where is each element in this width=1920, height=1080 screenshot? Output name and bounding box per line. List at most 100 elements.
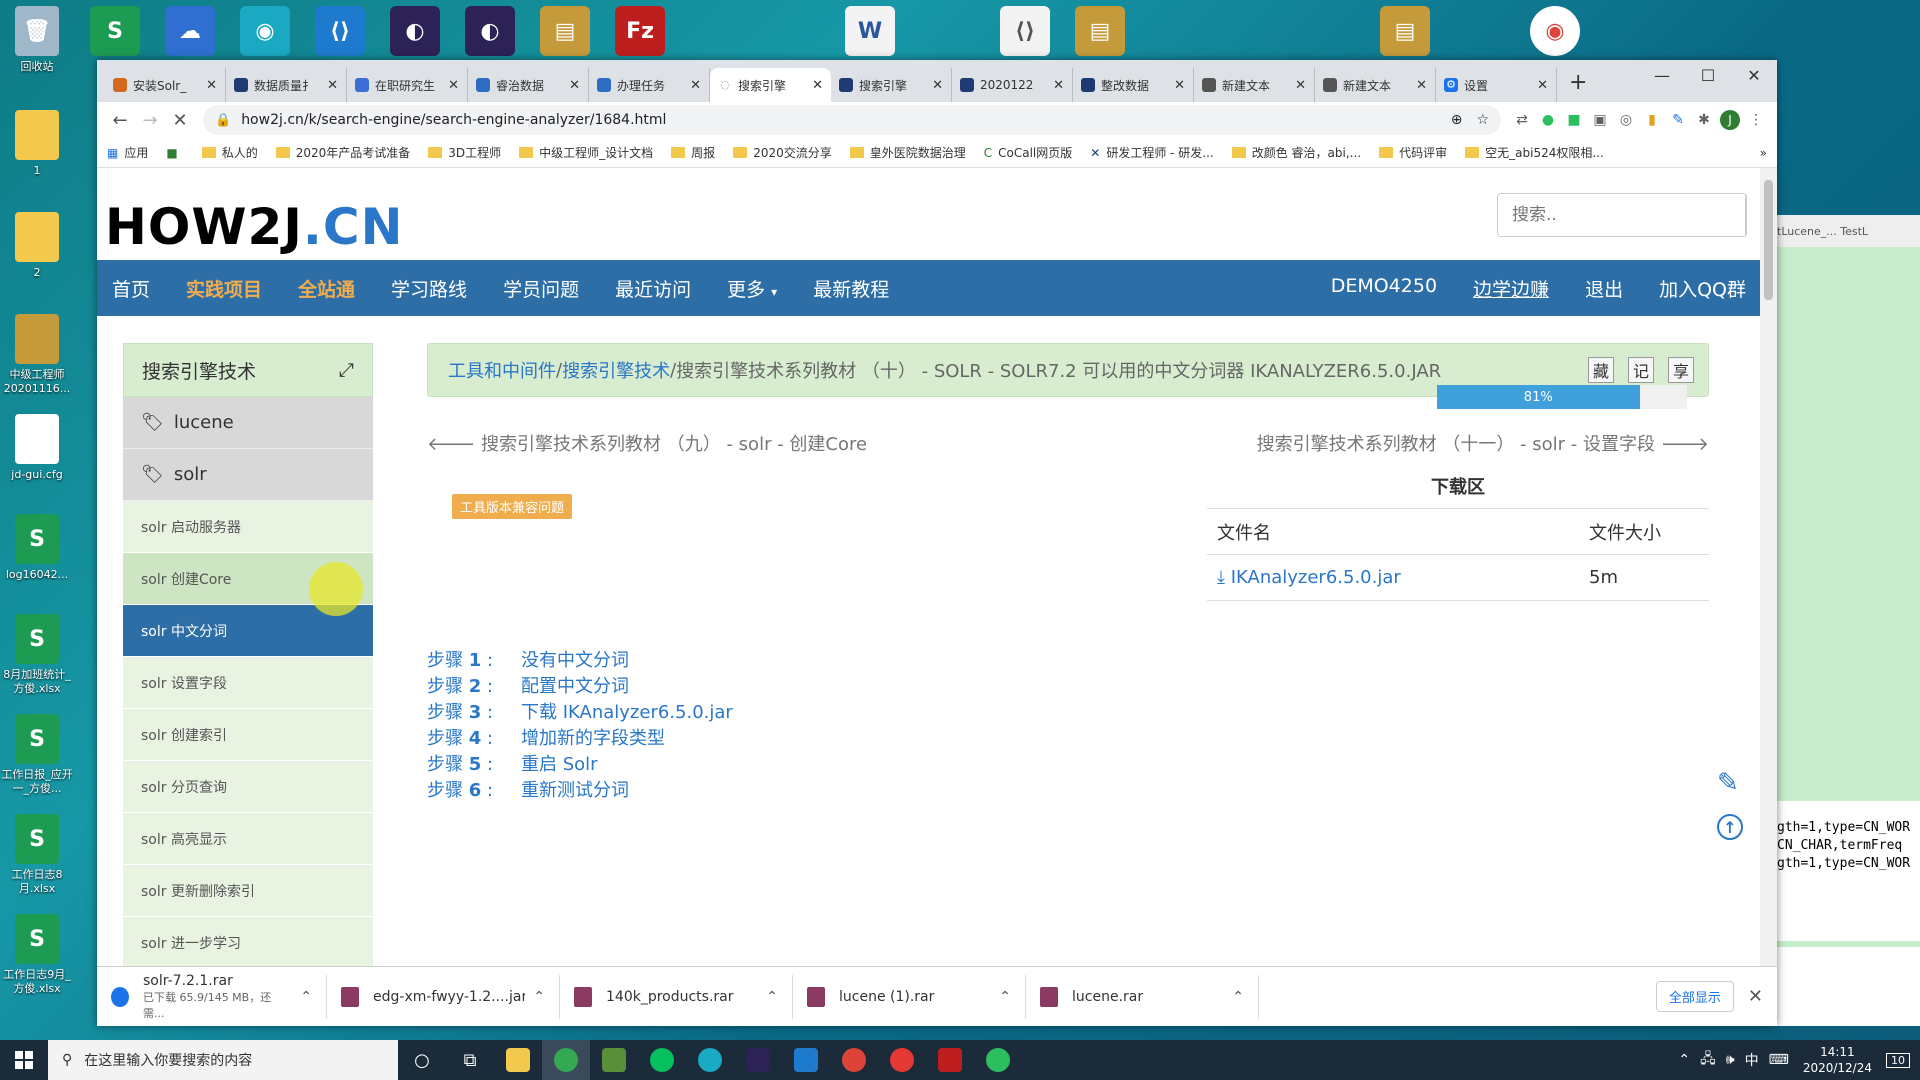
app-icon[interactable] — [686, 1040, 734, 1080]
sidebar-item[interactable]: solr 分页查询 — [123, 761, 373, 813]
vscode-icon[interactable]: ⟨⟩ — [315, 6, 365, 56]
scrollbar-thumb[interactable] — [1764, 180, 1773, 300]
ide-tabs[interactable]: tLucene_... TestL — [1777, 215, 1920, 247]
step-link[interactable]: 步骤 3 : 下载 IKAnalyzer6.5.0.jar — [427, 700, 733, 726]
pencil-icon[interactable]: ✎ — [1717, 768, 1739, 798]
bookmark-folder[interactable]: 私人的 — [201, 144, 258, 161]
extension-icon[interactable]: ◎ — [1613, 112, 1639, 128]
bookmark-apps[interactable]: ▦ 应用 — [107, 144, 148, 161]
bookmark-folder[interactable]: 3D工程师 — [428, 144, 501, 161]
close-icon[interactable]: ✕ — [1416, 78, 1427, 93]
chevron-up-icon[interactable]: ⌃ — [766, 989, 778, 1005]
taskbar-search[interactable]: ⚲ 在这里输入你要搜索的内容 — [48, 1040, 398, 1080]
file-explorer-icon[interactable] — [494, 1040, 542, 1080]
sidebar-item[interactable]: solr 创建索引 — [123, 709, 373, 761]
nav-recent[interactable]: 最近访问 — [615, 275, 691, 302]
next-lesson-link[interactable]: 搜索引擎技术系列教材 （十一） - solr - 设置字段 🡒 — [1257, 430, 1709, 456]
eclipse-icon[interactable]: ◐ — [390, 6, 440, 56]
close-icon[interactable]: ✕ — [206, 78, 217, 93]
nav-allaccess[interactable]: 全站通 — [298, 275, 355, 302]
search-icon[interactable]: ⚲ — [1745, 194, 1746, 236]
bookmark-folder[interactable]: 2020交流分享 — [733, 144, 832, 161]
sidebar-item[interactable]: solr 设置字段 — [123, 657, 373, 709]
step-link[interactable]: 步骤 6 : 重新测试分词 — [427, 778, 733, 804]
step-link[interactable]: 步骤 4 : 增加新的字段类型 — [427, 726, 733, 752]
wps-sheet-icon[interactable]: Slog16042... — [0, 514, 74, 582]
nav-projects[interactable]: 实践项目 — [186, 275, 262, 302]
chevron-up-icon[interactable]: ⌃ — [533, 989, 545, 1005]
download-item[interactable]: lucene.rar ⌃ — [1026, 974, 1259, 1019]
browser-tab-active[interactable]: ◌ 搜索引擎 ✕ — [710, 68, 831, 102]
browser-tab[interactable]: 新建文本 ✕ — [1315, 68, 1436, 102]
close-icon[interactable]: ✕ — [812, 78, 823, 93]
scroll-top-icon[interactable]: ↑ — [1717, 814, 1743, 840]
app-icon[interactable] — [878, 1040, 926, 1080]
notification-icon[interactable]: 10 — [1886, 1052, 1910, 1068]
download-item[interactable]: 140k_products.rar ⌃ — [560, 974, 793, 1019]
cortana-icon[interactable]: ○ — [398, 1040, 446, 1080]
close-icon[interactable]: ✕ — [1748, 986, 1763, 1007]
browser-tab[interactable]: 搜索引擎 ✕ — [831, 68, 952, 102]
archive-icon[interactable]: ▤ — [1075, 6, 1125, 56]
ime-indicator[interactable]: 中 — [1745, 1050, 1759, 1070]
profile-avatar[interactable]: J — [1717, 110, 1743, 130]
extension-icon[interactable]: ▣ — [1587, 112, 1613, 128]
sidebar-item[interactable]: solr 进一步学习 — [123, 917, 373, 966]
wps-sheet-icon[interactable]: S 工作日报_应开一_方俊... — [0, 714, 74, 796]
wps-sheet-icon[interactable]: S — [90, 6, 140, 56]
sidebar-item[interactable]: solr 更新删除索引 — [123, 865, 373, 917]
wps-sheet-icon[interactable]: S 工作日志9月_方俊.xlsx — [0, 914, 74, 996]
app-icon[interactable]: ◉ — [240, 6, 290, 56]
chrome-icon[interactable] — [542, 1040, 590, 1080]
minimize-button[interactable]: — — [1639, 60, 1685, 90]
download-item[interactable]: solr-7.2.1.rar 已下载 65.9/145 MB，还需... ⌃ — [97, 973, 327, 1020]
browser-tab[interactable]: 2020122 ✕ — [952, 68, 1073, 102]
close-icon[interactable]: ✕ — [1295, 78, 1306, 93]
forward-button[interactable]: → — [135, 110, 165, 131]
close-icon[interactable]: ✕ — [569, 78, 580, 93]
app-icon[interactable] — [590, 1040, 638, 1080]
keyboard-icon[interactable]: ⌨ — [1769, 1052, 1789, 1068]
nav-logout[interactable]: 退出 — [1585, 275, 1623, 302]
new-tab-button[interactable]: + — [1557, 68, 1599, 102]
extension-icon[interactable]: ■ — [1561, 112, 1587, 128]
vscode-icon[interactable] — [782, 1040, 830, 1080]
clock[interactable]: 14:11 2020/12/24 — [1803, 1044, 1872, 1076]
browser-tab[interactable]: 安装Solr_ ✕ — [105, 68, 226, 102]
close-window-button[interactable]: ✕ — [1731, 60, 1777, 90]
sidebar-category-solr[interactable]: 🏷 solr — [123, 449, 373, 501]
evernote-icon[interactable]: ● — [1535, 112, 1561, 128]
download-link[interactable]: ⤓ IKAnalyzer6.5.0.jar — [1217, 567, 1401, 588]
page-scrollbar[interactable] — [1760, 168, 1777, 966]
extension-icon[interactable]: ✎ — [1665, 112, 1691, 128]
nav-latest[interactable]: 最新教程 — [813, 275, 889, 302]
archive-icon[interactable]: ▤ — [1380, 6, 1430, 56]
chrome-icon[interactable]: ◉ — [1530, 6, 1580, 56]
stop-button[interactable]: ✕ — [165, 110, 195, 131]
windows-start-icon[interactable] — [0, 1040, 48, 1080]
download-item[interactable]: lucene (1).rar ⌃ — [793, 974, 1026, 1019]
close-icon[interactable]: ✕ — [1053, 78, 1064, 93]
extension-icon[interactable]: ▮ — [1639, 112, 1665, 128]
bookmark-item[interactable]: ■ — [166, 146, 183, 160]
back-button[interactable]: ← — [105, 110, 135, 131]
breadcrumb-link[interactable]: 搜索引擎技术 — [562, 357, 670, 383]
menu-icon[interactable]: ⋮ — [1743, 112, 1769, 128]
eclipse-icon[interactable]: ◐ — [465, 6, 515, 56]
folder-icon[interactable]: 2 — [0, 212, 74, 280]
translate-icon[interactable]: ⇄ — [1509, 112, 1535, 128]
browser-tab[interactable]: 睿治数据 ✕ — [468, 68, 589, 102]
chevron-up-icon[interactable]: ⌃ — [1232, 989, 1244, 1005]
chevron-up-icon[interactable]: ⌃ — [1678, 1052, 1690, 1068]
bookmark-folder[interactable]: 2020年产品考试准备 — [275, 144, 410, 161]
folder-icon[interactable]: 1 — [0, 110, 74, 178]
bookmark-folder[interactable]: 代码评审 — [1379, 144, 1447, 161]
bookmark-folder[interactable]: 中级工程师_设计文档 — [519, 144, 653, 161]
volume-icon[interactable]: 🕪 — [1726, 1052, 1735, 1068]
prev-lesson-link[interactable]: 🡐 搜索引擎技术系列教材 （九） - solr - 创建Core — [427, 430, 867, 456]
chevron-up-icon[interactable]: ⌃ — [300, 989, 312, 1005]
bookmark-folder[interactable]: 改颜色 睿治，abi,... — [1231, 144, 1361, 161]
step-link[interactable]: 步骤 5 : 重启 Solr — [427, 752, 733, 778]
app-icon[interactable]: ☁ — [165, 6, 215, 56]
close-icon[interactable]: ✕ — [1537, 78, 1548, 93]
